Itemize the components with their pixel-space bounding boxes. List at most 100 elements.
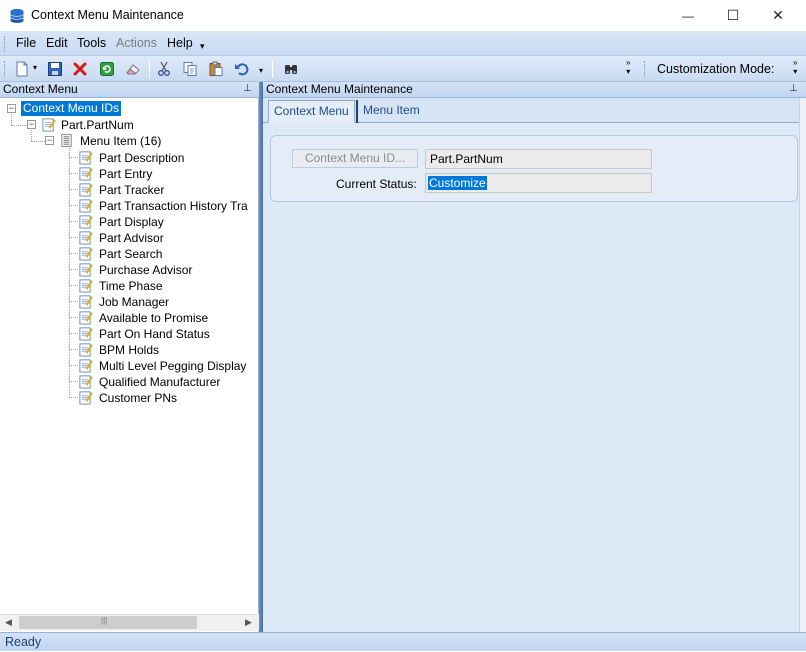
minimize-icon: — <box>682 8 694 23</box>
tree-menu-item[interactable]: Available to Promise <box>99 311 208 325</box>
find-button[interactable] <box>281 59 301 79</box>
scroll-left-icon[interactable]: ◀ <box>5 617 12 628</box>
pin-icon[interactable]: ⊥ <box>789 83 798 94</box>
tree-menu-item[interactable]: Customer PNs <box>99 391 177 405</box>
copy-button[interactable] <box>180 59 200 79</box>
find-icon <box>285 65 297 74</box>
edit-document-icon <box>79 151 93 165</box>
tree-connector <box>69 173 78 174</box>
tab-menu-item[interactable]: Menu Item <box>356 100 425 123</box>
tree-connector <box>31 130 32 141</box>
tree-menu-item[interactable]: Job Manager <box>99 295 169 309</box>
tree-menu-item[interactable]: Part Entry <box>99 167 152 181</box>
scrollbar-thumb[interactable] <box>19 616 197 629</box>
minimize-button[interactable]: — <box>665 0 711 31</box>
tree-connector <box>69 381 78 382</box>
edit-document-icon <box>79 295 93 309</box>
edit-document-icon <box>79 231 93 245</box>
pin-icon[interactable]: ⊥ <box>243 83 252 94</box>
scroll-right-icon[interactable]: ▶ <box>245 617 252 628</box>
window-title: Context Menu Maintenance <box>31 8 184 22</box>
save-icon <box>48 62 62 76</box>
toolbar-chevron-icon[interactable]: » ▾ <box>626 58 630 76</box>
tree-connector <box>11 112 12 125</box>
tree-menu-item[interactable]: Part On Hand Status <box>99 327 210 341</box>
menu-tools[interactable]: Tools <box>77 36 106 50</box>
tree-connector <box>69 269 78 270</box>
tree-menu-item[interactable]: Part Transaction History Tra <box>99 199 248 213</box>
tree-menu-item[interactable]: Time Phase <box>99 279 163 293</box>
tree-menu-item[interactable]: Part Description <box>99 151 184 165</box>
menu-help[interactable]: Help <box>167 36 193 50</box>
current-status-field[interactable]: Customize <box>425 173 652 193</box>
maximize-button[interactable]: ☐ <box>710 0 756 31</box>
tree-connector <box>69 317 78 318</box>
tree-connector <box>69 205 78 206</box>
customization-grip[interactable] <box>644 61 647 77</box>
edit-document-icon <box>79 167 93 181</box>
tree-menu-item[interactable]: Part Tracker <box>99 183 164 197</box>
tree-menu-item[interactable]: Part Display <box>99 215 164 229</box>
tree-root-item[interactable]: Context Menu IDs <box>21 101 122 116</box>
menu-file[interactable]: File <box>16 36 36 50</box>
close-icon: ✕ <box>772 7 784 23</box>
status-text: Ready <box>5 635 42 649</box>
context-menu-id-field[interactable]: Part.PartNum <box>425 149 652 169</box>
tree-connector <box>11 125 27 126</box>
cut-button[interactable] <box>154 59 174 79</box>
tree-connector <box>69 146 70 397</box>
collapse-toggle-root[interactable]: − <box>7 104 16 113</box>
collapse-toggle-menu-items[interactable]: − <box>45 136 54 145</box>
menubar-grip[interactable] <box>4 36 7 52</box>
undo-button[interactable] <box>232 59 252 79</box>
current-status-label: Current Status: <box>336 177 417 191</box>
edit-document-icon <box>79 327 93 341</box>
toolbar-separator <box>149 60 150 78</box>
clear-button[interactable] <box>123 59 143 79</box>
refresh-button[interactable] <box>97 59 117 79</box>
tree-connector <box>69 301 78 302</box>
panel-title: Context Menu <box>3 82 78 96</box>
tree-menu-item[interactable]: Qualified Manufacturer <box>99 375 220 389</box>
app-database-icon <box>10 9 24 23</box>
edit-document-icon <box>79 311 93 325</box>
new-dropdown-icon[interactable]: ▾ <box>33 63 37 72</box>
paste-button[interactable] <box>206 59 226 79</box>
tree-menu-item[interactable]: Part Advisor <box>99 231 164 245</box>
new-icon <box>16 61 28 77</box>
edit-document-icon <box>79 247 93 261</box>
edit-document-icon <box>79 375 93 389</box>
tree-menu-item[interactable]: Part Search <box>99 247 162 261</box>
tree-connector <box>69 253 78 254</box>
undo-icon <box>235 63 249 76</box>
delete-button[interactable] <box>70 59 90 79</box>
context-menu-panel-header: Context Menu <box>0 82 259 98</box>
tree-connector <box>31 141 45 142</box>
tree-connector <box>69 397 78 398</box>
status-bar: Ready <box>0 632 806 651</box>
current-status-value: Customize <box>428 176 487 190</box>
new-button[interactable] <box>12 59 32 79</box>
collapse-toggle-partnum[interactable]: − <box>27 120 36 129</box>
save-button[interactable] <box>45 59 65 79</box>
context-menu-id-button[interactable]: Context Menu ID... <box>292 149 418 168</box>
customization-chevron-icon[interactable]: » ▾ <box>793 58 797 76</box>
toolbar-overflow-icon[interactable]: ▾ <box>259 66 263 75</box>
toolbar-grip[interactable] <box>4 61 7 77</box>
tree-connector <box>69 237 78 238</box>
delete-icon <box>73 62 87 76</box>
menu-edit[interactable]: Edit <box>46 36 68 50</box>
tree-menu-item[interactable]: Multi Level Pegging Display <box>99 359 246 373</box>
tree-item-menu-group[interactable]: Menu Item (16) <box>80 134 161 148</box>
tree-item-partnum[interactable]: Part.PartNum <box>61 118 134 132</box>
tree-menu-item[interactable]: BPM Holds <box>99 343 159 357</box>
menu-actions[interactable]: Actions <box>116 36 157 50</box>
panel-title: Context Menu Maintenance <box>266 82 413 96</box>
menu-overflow-icon[interactable]: ▾ <box>200 41 205 52</box>
content-vertical-scrollbar[interactable] <box>799 98 806 632</box>
tree-menu-item[interactable]: Purchase Advisor <box>99 263 192 277</box>
tree-connector <box>69 221 78 222</box>
close-button[interactable]: ✕ <box>755 0 801 31</box>
tab-context-menu[interactable]: Context Menu <box>268 100 355 123</box>
tree-connector <box>69 157 78 158</box>
